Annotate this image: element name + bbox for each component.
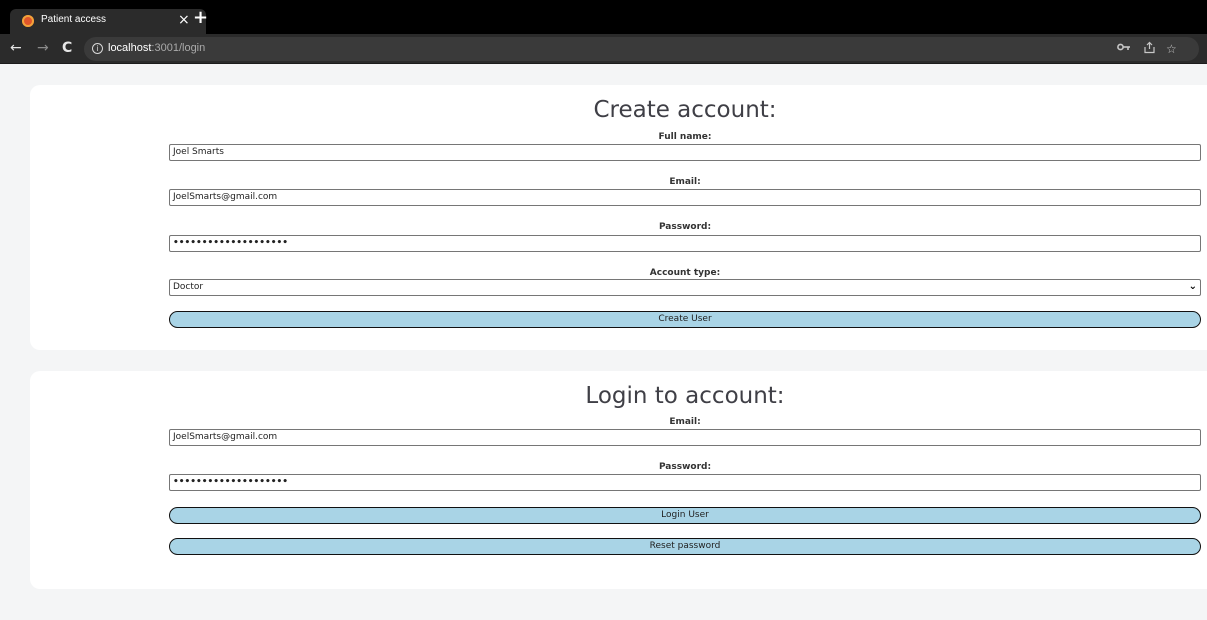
back-arrow-icon[interactable]: ← xyxy=(10,39,22,57)
url-text[interactable]: localhost:3001/login xyxy=(108,42,205,54)
forward-arrow-icon[interactable]: → xyxy=(37,39,49,57)
login-card: Login to account: Email: JoelSmarts@gmai… xyxy=(30,371,1207,589)
share-icon[interactable] xyxy=(1143,41,1156,58)
create-email-label: Email: xyxy=(669,177,701,187)
info-icon[interactable]: i xyxy=(92,43,103,54)
key-icon-graphic xyxy=(1117,43,1130,51)
create-password-input[interactable]: •••••••••••••••••••• xyxy=(169,235,1201,252)
browser-toolbar: ← → C i localhost:3001/login ☆ xyxy=(0,34,1207,64)
reload-icon[interactable]: C xyxy=(62,39,72,57)
key-icon[interactable] xyxy=(1117,41,1131,57)
create-account-heading: Create account: xyxy=(593,97,777,123)
login-user-button[interactable]: Login User xyxy=(169,507,1201,524)
tab-title: Patient access xyxy=(41,14,107,25)
account-type-label: Account type: xyxy=(649,268,721,278)
create-user-button[interactable]: Create User xyxy=(169,311,1201,328)
browser-tab-strip: Patient access × + xyxy=(0,0,1207,34)
account-type-value: Doctor xyxy=(173,282,204,292)
login-heading: Login to account: xyxy=(585,383,785,409)
address-bar[interactable]: i localhost:3001/login ☆ xyxy=(84,37,1199,61)
browser-tab[interactable]: Patient access × xyxy=(10,9,206,34)
login-email-label: Email: xyxy=(669,417,701,427)
tab-close-icon[interactable]: × xyxy=(178,11,190,29)
share-icon-graphic xyxy=(1144,41,1155,54)
reset-password-button[interactable]: Reset password xyxy=(169,538,1201,555)
login-password-label: Password: xyxy=(658,462,712,472)
url-host: localhost xyxy=(108,42,152,54)
account-type-select[interactable]: Doctor ⌄ xyxy=(169,279,1201,296)
create-password-label: Password: xyxy=(658,222,712,232)
create-account-card: Create account: Full name: Joel Smarts E… xyxy=(30,85,1207,350)
chevron-down-icon: ⌄ xyxy=(1188,281,1197,292)
create-email-input[interactable]: JoelSmarts@gmail.com xyxy=(169,189,1201,206)
favicon-icon xyxy=(22,15,34,27)
new-tab-icon[interactable]: + xyxy=(193,9,208,27)
login-password-input[interactable]: •••••••••••••••••••• xyxy=(169,474,1201,491)
url-path: :3001/login xyxy=(151,42,206,54)
star-icon[interactable]: ☆ xyxy=(1166,41,1177,57)
login-email-input[interactable]: JoelSmarts@gmail.com xyxy=(169,429,1201,446)
full-name-input[interactable]: Joel Smarts xyxy=(169,144,1201,161)
full-name-label: Full name: xyxy=(658,132,712,142)
